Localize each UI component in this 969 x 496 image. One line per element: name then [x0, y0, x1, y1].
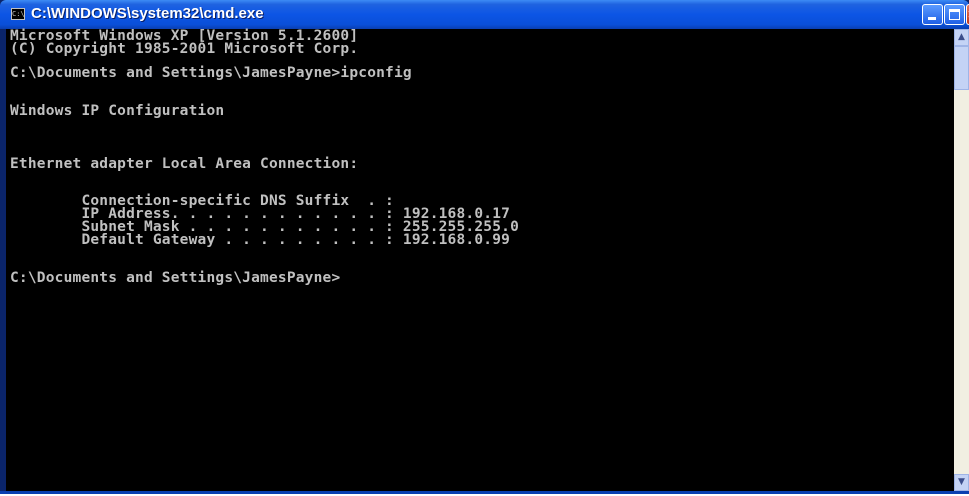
console-line: Windows IP Configuration	[10, 103, 225, 119]
scroll-down-button[interactable]: ▼	[954, 474, 969, 491]
cmd-window: C:\ C:\WINDOWS\system32\cmd.exe × Micros…	[0, 0, 969, 494]
console-line: (C) Copyright 1985-2001 Microsoft Corp.	[10, 41, 359, 57]
scroll-thumb[interactable]	[954, 46, 969, 90]
cmd-icon[interactable]: C:\	[11, 8, 25, 20]
window-title: C:\WINDOWS\system32\cmd.exe	[31, 5, 264, 22]
maximize-icon	[949, 9, 960, 20]
maximize-button[interactable]	[944, 4, 965, 25]
window-bottom-border	[0, 491, 969, 494]
minimize-button[interactable]	[922, 4, 943, 25]
scroll-up-icon: ▲	[958, 32, 965, 42]
scroll-up-button[interactable]: ▲	[954, 29, 969, 46]
minimize-icon	[928, 17, 936, 20]
title-bar[interactable]: C:\ C:\WINDOWS\system32\cmd.exe ×	[0, 0, 969, 29]
vertical-scrollbar[interactable]: ▲ ▼	[954, 29, 969, 491]
scroll-down-icon: ▼	[958, 477, 965, 487]
console-line: C:\Documents and Settings\JamesPayne>ipc…	[10, 65, 412, 81]
console-line: Ethernet adapter Local Area Connection:	[10, 156, 359, 172]
console-line: C:\Documents and Settings\JamesPayne>	[10, 270, 341, 286]
console-line: Default Gateway . . . . . . . . . : 192.…	[10, 232, 511, 248]
console-output[interactable]: Microsoft Windows XP [Version 5.1.2600](…	[4, 29, 956, 491]
